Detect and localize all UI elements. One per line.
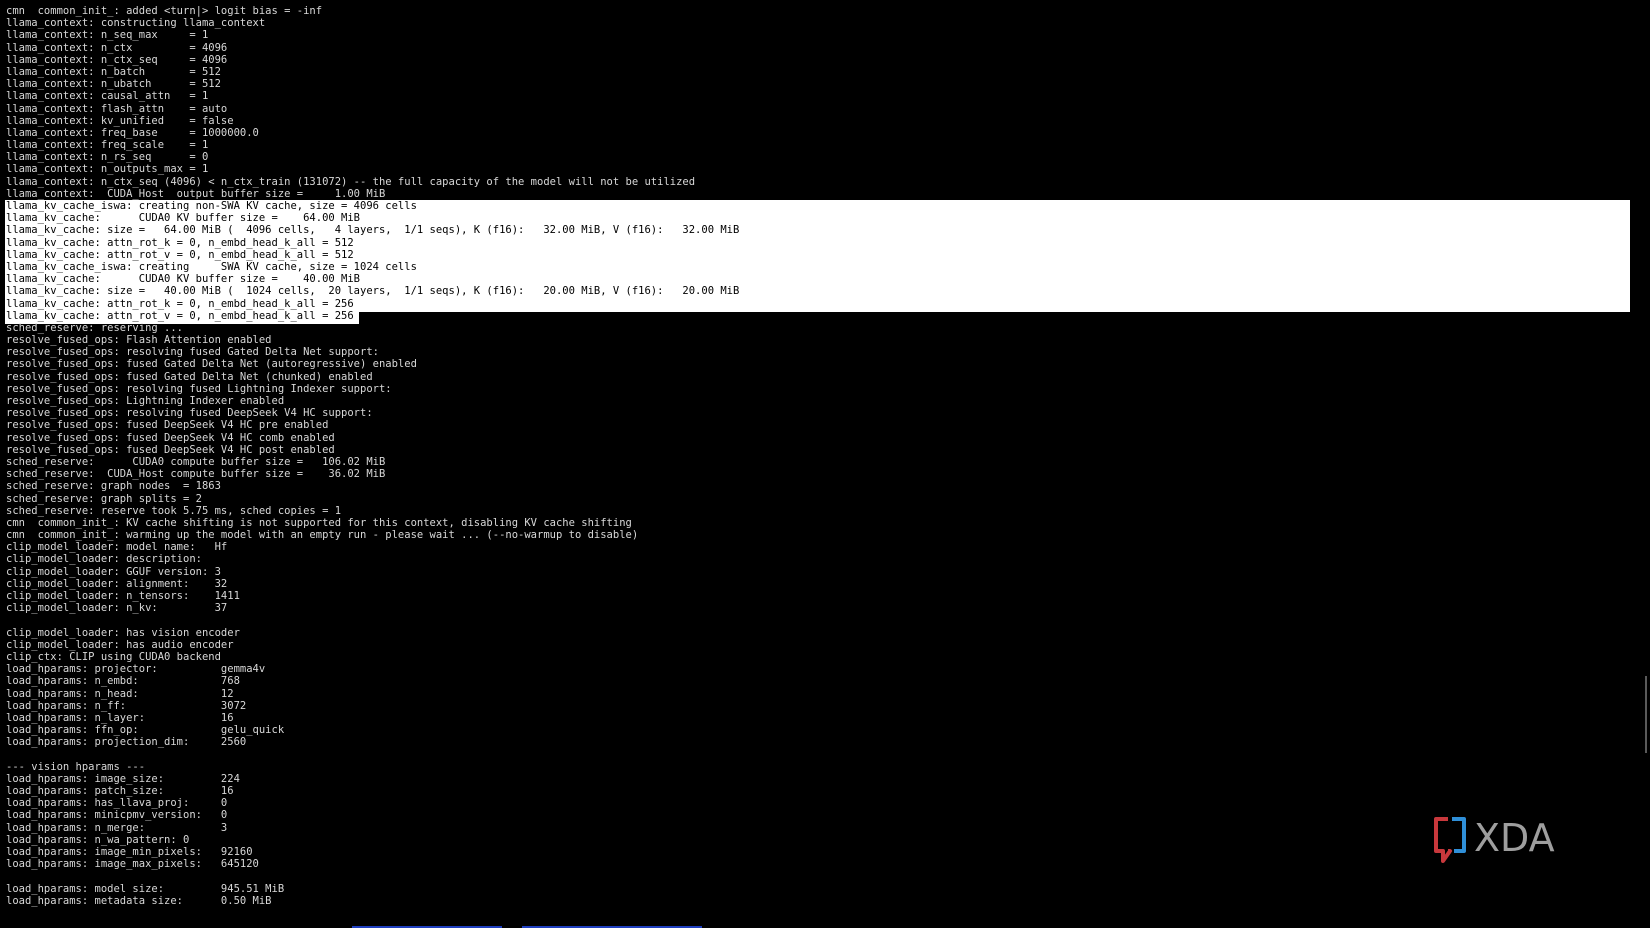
terminal-line: resolve_fused_ops: resolving fused Light… (6, 382, 392, 395)
terminal-line: resolve_fused_ops: Lightning Indexer ena… (6, 395, 285, 407)
terminal-line: load_hparams: image_max_pixels: 645120 (6, 858, 259, 871)
terminal-line: sched_reserve: CUDA_Host compute buffer … (6, 468, 386, 481)
terminal-line: resolve_fused_ops: Flash Attention enabl… (6, 334, 272, 347)
xda-logo-text: XDA (1474, 816, 1555, 860)
terminal-line: llama_context: freq_scale = 1 (6, 139, 209, 152)
terminal-line: load_hparams: n_layer: 16 (6, 711, 234, 724)
terminal-line: load_hparams: has_llava_proj: 0 (6, 797, 228, 810)
terminal-line: llama_kv_cache: CUDA0 KV buffer size = 6… (6, 212, 361, 225)
terminal-line: load_hparams: model size: 945.51 MiB (6, 882, 285, 895)
terminal-line: llama_context: n_rs_seq = 0 (6, 151, 209, 164)
terminal-line: llama_context: flash_attn = auto (6, 102, 228, 115)
terminal-line: sched_reserve: CUDA0 compute buffer size… (6, 455, 386, 468)
terminal-line: load_hparams: n_merge: 3 (6, 821, 228, 834)
terminal-line: cmn common_init_: KV cache shifting is n… (6, 516, 632, 529)
terminal-line: llama_kv_cache: attn_rot_v = 0, n_embd_h… (6, 248, 354, 261)
terminal-line: llama_context: constructing llama_contex… (6, 17, 266, 30)
terminal-line: llama_kv_cache_iswa: creating non-SWA KV… (6, 200, 417, 212)
terminal-line: resolve_fused_ops: fused Gated Delta Net… (6, 358, 417, 371)
terminal-line: load_hparams: n_ff: 3072 (6, 699, 247, 712)
terminal-line: load_hparams: n_head: 12 (6, 687, 234, 700)
terminal-line: llama_kv_cache: size = 64.00 MiB ( 4096 … (6, 224, 740, 237)
terminal-line: load_hparams: patch_size: 16 (6, 785, 234, 797)
terminal-line: clip_model_loader: alignment: 32 (6, 577, 228, 590)
terminal-line: resolve_fused_ops: resolving fused DeepS… (6, 407, 373, 420)
terminal-line: resolve_fused_ops: resolving fused Gated… (6, 346, 379, 359)
terminal-line: load_hparams: n_embd: 768 (6, 675, 240, 688)
terminal-line: clip_model_loader: has audio encoder (6, 638, 234, 651)
terminal-line: llama_context: n_ctx_seq = 4096 (6, 53, 228, 66)
terminal-line: llama_context: kv_unified = false (6, 114, 234, 127)
terminal-line: clip_model_loader: model name: Hf (6, 541, 228, 554)
terminal-line: cmn common_init_: warming up the model w… (6, 529, 639, 542)
terminal-line: sched_reserve: reserve took 5.75 ms, sch… (6, 504, 342, 517)
terminal-line: sched_reserve: reserving ... (6, 321, 184, 334)
terminal-line: resolve_fused_ops: fused DeepSeek V4 HC … (6, 431, 335, 444)
terminal-line: clip_model_loader: n_tensors: 1411 (6, 590, 240, 602)
terminal-line: llama_context: CUDA_Host output buffer s… (6, 187, 386, 200)
terminal-line: llama_context: n_ctx = 4096 (6, 41, 228, 54)
xda-logo-watermark: XDA (1434, 816, 1555, 863)
terminal-line: resolve_fused_ops: fused DeepSeek V4 HC … (6, 443, 335, 456)
terminal-line: --- vision hparams --- (6, 760, 146, 773)
terminal-line: llama_kv_cache_iswa: creating SWA KV cac… (6, 260, 417, 273)
terminal-line: llama_kv_cache: attn_rot_k = 0, n_embd_h… (6, 236, 354, 249)
terminal-line: clip_model_loader: description: (6, 553, 202, 566)
terminal-line: sched_reserve: graph nodes = 1863 (6, 480, 221, 493)
terminal-line: llama_kv_cache: attn_rot_v = 0, n_embd_h… (6, 309, 354, 322)
terminal-line: load_hparams: image_size: 224 (6, 772, 240, 785)
terminal-line: load_hparams: metadata size: 0.50 MiB (6, 894, 272, 907)
terminal-line: sched_reserve: graph splits = 2 (6, 492, 202, 505)
terminal-line: load_hparams: n_wa_pattern: 0 (6, 833, 190, 846)
terminal-output[interactable]: cmn common_init_: added <turn|> logit bi… (6, 5, 739, 907)
xda-bracket-icon (1434, 817, 1466, 863)
terminal-line: clip_model_loader: has vision encoder (6, 626, 240, 639)
terminal-line: llama_kv_cache: attn_rot_k = 0, n_embd_h… (6, 297, 354, 310)
terminal-line: cmn common_init_: added <turn|> logit bi… (6, 5, 323, 17)
scrollbar-thumb[interactable] (1645, 676, 1647, 753)
terminal-line: resolve_fused_ops: fused Gated Delta Net… (6, 370, 373, 383)
terminal-line: clip_model_loader: n_kv: 37 (6, 602, 228, 615)
terminal-line: llama_kv_cache: size = 40.00 MiB ( 1024 … (6, 285, 740, 298)
terminal-line: llama_context: n_ctx_seq (4096) < n_ctx_… (6, 175, 696, 188)
terminal-window[interactable]: cmn common_init_: added <turn|> logit bi… (0, 0, 1650, 928)
terminal-line: clip_ctx: CLIP using CUDA0 backend (6, 650, 221, 663)
terminal-line: llama_kv_cache: CUDA0 KV buffer size = 4… (6, 273, 361, 286)
terminal-line: llama_context: n_seq_max = 1 (6, 29, 209, 42)
terminal-line: clip_model_loader: GGUF version: 3 (6, 565, 221, 578)
terminal-line: llama_context: causal_attn = 1 (6, 90, 209, 103)
terminal-line: llama_context: n_ubatch = 512 (6, 78, 221, 91)
terminal-line: load_hparams: image_min_pixels: 92160 (6, 845, 253, 858)
terminal-line: load_hparams: ffn_op: gelu_quick (6, 724, 285, 737)
terminal-line: resolve_fused_ops: fused DeepSeek V4 HC … (6, 419, 329, 432)
terminal-line: llama_context: n_outputs_max = 1 (6, 163, 209, 176)
terminal-line: llama_context: n_batch = 512 (6, 65, 221, 78)
terminal-line: load_hparams: projector: gemma4v (6, 663, 266, 676)
terminal-line: llama_context: freq_base = 1000000.0 (6, 126, 259, 139)
terminal-line: load_hparams: minicpmv_version: 0 (6, 809, 228, 822)
terminal-line: load_hparams: projection_dim: 2560 (6, 736, 247, 749)
